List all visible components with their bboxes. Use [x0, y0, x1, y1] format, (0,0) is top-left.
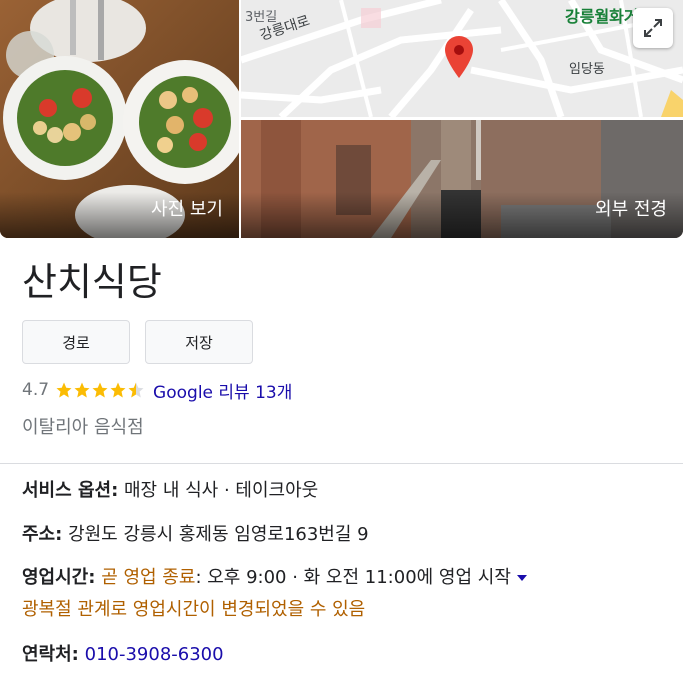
phone-row: 연락처: 010-3908-6300 — [22, 641, 224, 669]
map-district-label: 임당동 — [569, 62, 605, 77]
photo-view-label: 사진 보기 — [0, 192, 239, 238]
save-button[interactable]: 저장 — [145, 320, 253, 364]
rating-row: 4.7 Google 리뷰 13개 — [22, 376, 292, 404]
map-tile[interactable]: 3번길 강릉대로 강릉월화거리 임당동 — [241, 0, 683, 117]
address-row: 주소: 강원도 강릉시 홍제동 임영로163번길 9 — [22, 521, 369, 549]
phone-link[interactable]: 010-3908-6300 — [85, 644, 224, 665]
star-icon — [92, 382, 108, 398]
service-options-value: 매장 내 식사 · 테이크아웃 — [124, 480, 319, 501]
half-star-icon — [128, 382, 144, 398]
expand-map-button[interactable] — [633, 8, 673, 48]
reviews-link[interactable]: Google 리뷰 13개 — [153, 378, 292, 403]
star-icon — [74, 382, 90, 398]
media-header: 사진 보기 3번길 강릉대로 강릉월화거리 임당동 외부 전경 — [0, 0, 683, 238]
hours-status: 곧 영업 종료 — [101, 567, 196, 588]
star-rating — [55, 381, 145, 399]
service-options-row: 서비스 옵션: 매장 내 식사 · 테이크아웃 — [22, 477, 318, 505]
photo-tile[interactable]: 사진 보기 — [0, 0, 239, 238]
street-view-tile[interactable]: 외부 전경 — [241, 120, 683, 238]
service-options-label: 서비스 옵션: — [22, 480, 119, 501]
rating-value: 4.7 — [22, 380, 50, 400]
place-title: 산치식당 — [22, 260, 162, 304]
street-view-label: 외부 전경 — [241, 192, 683, 238]
hours-detail: : 오후 9:00 · 화 오전 11:00에 영업 시작 — [195, 567, 511, 588]
map-pin-icon — [445, 36, 473, 78]
address-value: 강원도 강릉시 홍제동 임영로163번길 9 — [68, 524, 369, 545]
directions-button[interactable]: 경로 — [22, 320, 130, 364]
star-icon — [56, 382, 72, 398]
address-label: 주소: — [22, 524, 63, 545]
hours-notice: 광복절 관계로 영업시간이 변경되었을 수 있음 — [22, 599, 366, 620]
hours-dropdown-icon[interactable] — [516, 575, 527, 581]
phone-label: 연락처: — [22, 644, 79, 665]
star-icon — [110, 382, 126, 398]
hours-row: 영업시간: 곧 영업 종료: 오후 9:00 · 화 오전 11:00에 영업 … — [22, 564, 527, 592]
divider — [0, 463, 683, 464]
expand-icon — [644, 19, 662, 37]
place-category: 이탈리아 음식점 — [22, 417, 144, 438]
hours-label: 영업시간: — [22, 567, 96, 588]
